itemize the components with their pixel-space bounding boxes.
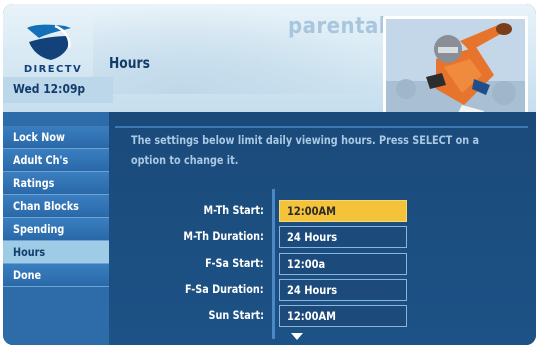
brand-logo: DIRECTV (17, 22, 87, 76)
setting-value-fsa-duration[interactable]: 24 Hours (279, 279, 407, 301)
setting-value-text: 12:00AM (287, 204, 336, 218)
setting-value-text: 12:00AM (287, 309, 336, 323)
menu-item-ratings[interactable]: Ratings (3, 172, 109, 195)
setting-value-text: 24 Hours (287, 283, 338, 297)
setting-value-mth-start[interactable]: 12:00AM (279, 200, 407, 222)
setting-value-text: 24 Hours (287, 230, 338, 244)
side-menu: Lock Now Adult Ch's Ratings Chan Blocks … (3, 112, 109, 345)
setting-value-text: 12:00a (287, 257, 326, 271)
menu-item-label: Lock Now (13, 130, 65, 144)
setting-label-fsa-duration: F-Sa Duration: (185, 282, 264, 296)
instructions-line-1: The settings below limit daily viewing h… (131, 133, 480, 147)
football-player-image (386, 19, 525, 117)
parental-hours-screen: DIRECTV Hours parental Wed 12:09p Lock N… (3, 4, 536, 345)
menu-item-hours[interactable]: Hours (3, 241, 109, 264)
section-title: parental (288, 14, 387, 39)
football-player-illustration (386, 19, 525, 117)
date-bar: Wed 12:09p (3, 77, 113, 103)
brand-wordmark: DIRECTV (23, 64, 83, 75)
menu-item-label: Hours (13, 245, 46, 259)
settings-separator (272, 189, 275, 339)
menu-item-done[interactable]: Done (3, 264, 109, 287)
settings-panel: The settings below limit daily viewing h… (109, 112, 536, 345)
setting-label-sun-start: Sun Start: (208, 308, 264, 322)
menu-item-label: Done (13, 268, 42, 282)
setting-value-sun-start[interactable]: 12:00AM (279, 305, 407, 327)
setting-label-fsa-start: F-Sa Start: (205, 256, 264, 270)
setting-value-fsa-start[interactable]: 12:00a (279, 253, 407, 275)
promo-image (383, 16, 528, 120)
menu-item-lock-now[interactable]: Lock Now (3, 126, 109, 149)
menu-item-spending[interactable]: Spending (3, 218, 109, 241)
page-title: Hours (109, 54, 150, 72)
setting-value-mth-duration[interactable]: 24 Hours (279, 226, 407, 248)
scroll-down-icon[interactable] (291, 333, 303, 340)
menu-item-adult-channels[interactable]: Adult Ch's (3, 149, 109, 172)
instructions-text: The settings below limit daily viewing h… (131, 130, 526, 170)
setting-label-mth-start: M-Th Start: (203, 203, 264, 217)
directv-logo-icon (27, 24, 71, 60)
menu-item-label: Chan Blocks (13, 199, 79, 213)
menu-item-chan-blocks[interactable]: Chan Blocks (3, 195, 109, 218)
menu-item-label: Ratings (13, 176, 55, 190)
menu-item-label: Adult Ch's (13, 153, 69, 167)
panel-divider (115, 126, 528, 128)
menu-item-label: Spending (13, 222, 65, 236)
setting-label-mth-duration: M-Th Duration: (183, 229, 264, 243)
current-datetime: Wed 12:09p (13, 81, 86, 96)
instructions-line-2: option to change it. (131, 153, 239, 167)
